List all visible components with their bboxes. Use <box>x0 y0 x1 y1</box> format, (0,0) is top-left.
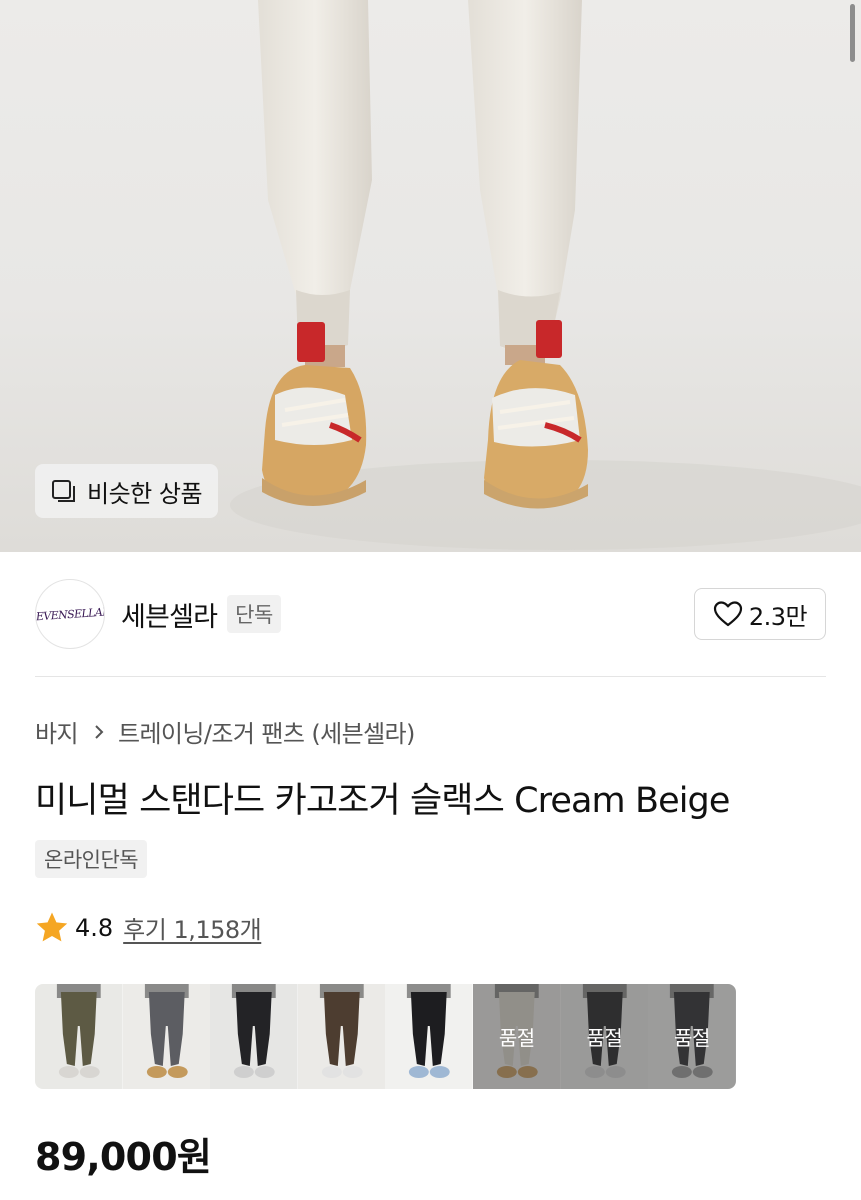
reviews-link[interactable]: 후기 1,158개 <box>123 910 262 945</box>
color-option-thumbnail[interactable] <box>35 984 123 1089</box>
soldout-label: 품절 <box>586 1026 623 1050</box>
thumbnail-photo <box>210 984 298 1089</box>
color-option-thumbnail[interactable]: 품절 <box>648 984 736 1089</box>
scrollbar[interactable] <box>850 4 855 62</box>
like-button[interactable]: 2.3만 <box>694 588 826 640</box>
online-exclusive-badge: 온라인단독 <box>35 840 148 878</box>
similar-products-label: 비슷한 상품 <box>87 479 203 508</box>
thumbnail-photo <box>385 984 473 1089</box>
rating-row: 4.8 후기 1,158개 <box>35 910 262 945</box>
thumbnail-photo <box>35 984 123 1089</box>
product-title: 미니멀 스탠다드 카고조거 슬랙스 Cream Beige <box>35 781 730 821</box>
soldout-overlay: 품절 <box>560 984 649 1089</box>
thumbnail-photo <box>297 984 386 1089</box>
breadcrumb: 바지 트레이닝/조거 팬츠 (세븐셀라) <box>35 714 415 749</box>
color-option-thumbnail[interactable] <box>385 984 473 1089</box>
color-option-thumbnail[interactable] <box>210 984 298 1089</box>
soldout-label: 품절 <box>674 1026 710 1050</box>
color-options: 품절 품절 품절 <box>35 984 736 1089</box>
soldout-overlay: 품절 <box>472 984 561 1089</box>
color-option-thumbnail[interactable]: 품절 <box>560 984 649 1089</box>
product-hero-image: 비슷한 상품 <box>0 0 861 552</box>
brand-exclusive-tag: 단독 <box>227 595 281 633</box>
soldout-overlay: 품절 <box>648 984 736 1089</box>
similar-products-icon <box>52 480 75 502</box>
thumbnail-photo <box>122 984 211 1089</box>
brand-row: SEVENSELLAH 세븐셀라 단독 2.3만 <box>35 578 826 650</box>
brand-name[interactable]: 세븐셀라 <box>121 595 218 634</box>
color-option-thumbnail[interactable]: 품절 <box>472 984 561 1089</box>
brand-logo-text: SEVENSELLAH <box>35 604 105 624</box>
rating-value: 4.8 <box>75 913 114 942</box>
product-price: 89,000원 <box>35 1135 212 1179</box>
chevron-right-icon <box>95 724 104 739</box>
color-option-thumbnail[interactable] <box>122 984 211 1089</box>
like-count: 2.3만 <box>748 602 808 631</box>
color-option-thumbnail[interactable] <box>297 984 386 1089</box>
star-icon <box>36 912 68 942</box>
heart-icon <box>713 601 742 627</box>
similar-products-button[interactable]: 비슷한 상품 <box>35 464 219 518</box>
soldout-label: 품절 <box>498 1026 535 1050</box>
breadcrumb-category[interactable]: 바지 <box>35 714 79 749</box>
divider <box>35 676 826 677</box>
brand-logo[interactable]: SEVENSELLAH <box>35 579 105 649</box>
breadcrumb-subcategory[interactable]: 트레이닝/조거 팬츠 (세븐셀라) <box>118 714 415 749</box>
